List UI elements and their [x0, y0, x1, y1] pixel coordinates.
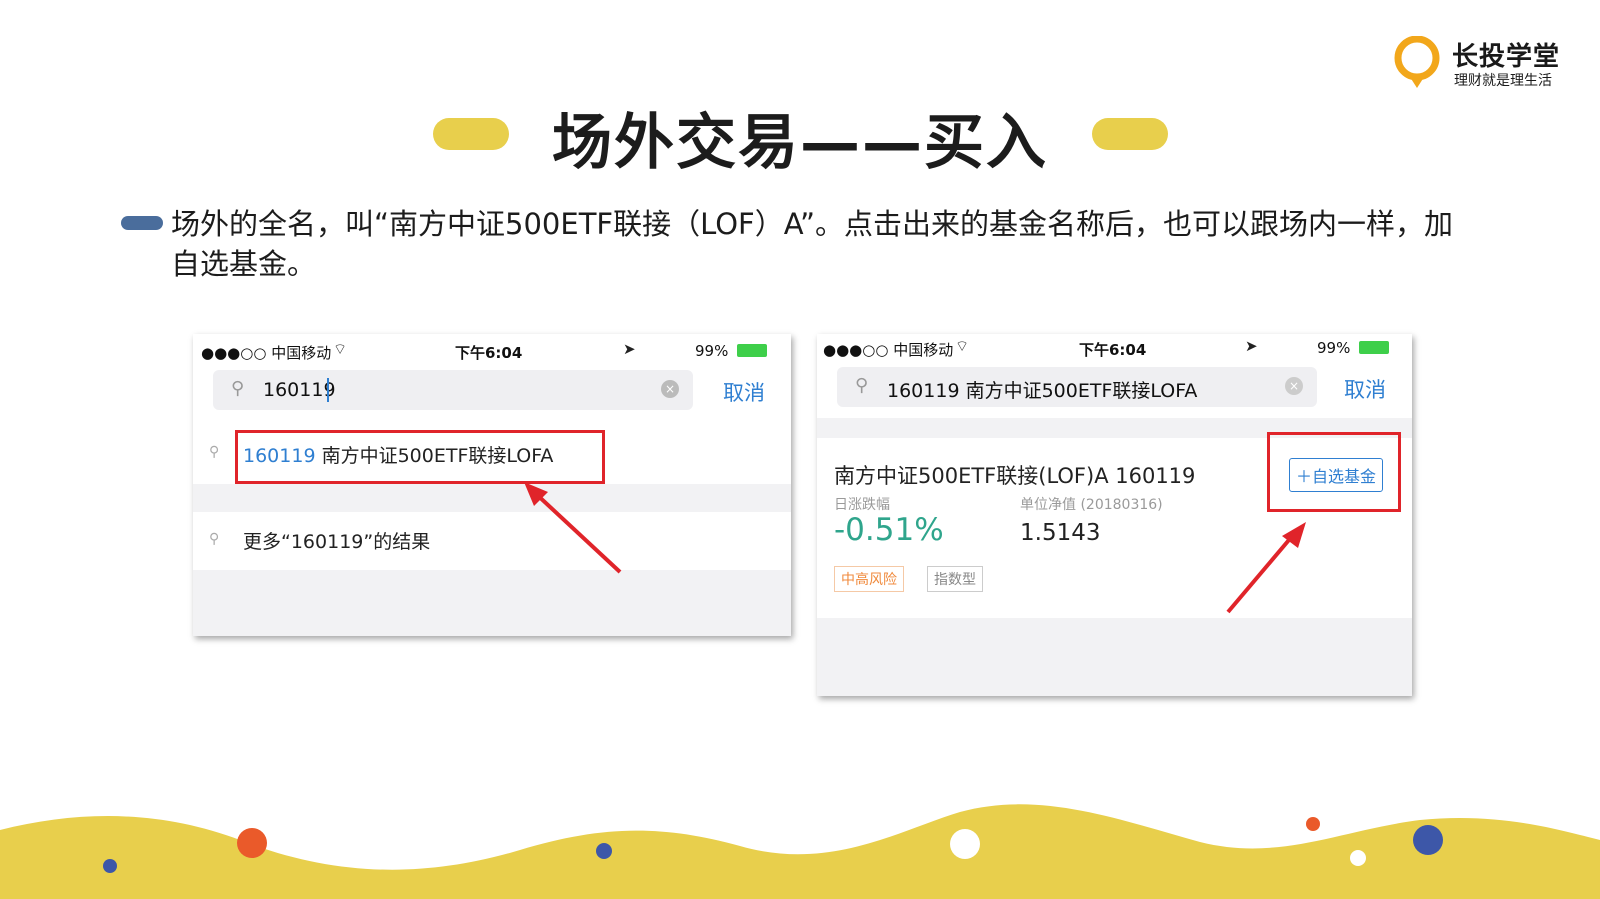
- search-icon: ⚲: [855, 375, 869, 396]
- status-battery: 99%: [1317, 339, 1351, 357]
- search-value: 160119 南方中证500ETF联接LOFA: [887, 380, 1198, 402]
- bullet-marker: [121, 216, 163, 230]
- highlight-box: [1267, 432, 1401, 512]
- change-label: 日涨跌幅: [834, 497, 890, 513]
- more-results-item[interactable]: 更多“160119”的结果: [243, 527, 430, 554]
- page-title: 场外交易——买入: [552, 108, 1048, 178]
- location-icon: ➤: [1245, 337, 1258, 355]
- change-value: -0.51%: [834, 512, 944, 548]
- description-text: 场外的全名，叫“南方中证500ETF联接（LOF）A”。点击出来的基金名称后，也…: [171, 207, 1454, 281]
- search-input[interactable]: ⚲ 160119 南方中证500ETF联接LOFA ×: [837, 367, 1317, 407]
- logo-slogan: 理财就是理生活: [1454, 73, 1552, 89]
- battery-icon: [737, 344, 767, 357]
- search-icon: ⚲: [231, 378, 245, 399]
- clear-icon[interactable]: ×: [661, 380, 679, 398]
- battery-icon: [1359, 341, 1389, 354]
- right-phone-screenshot: ●●●○○ 中国移动 ⌔ 下午6:04 ➤ 99% ⚲ 160119 南方中证5…: [817, 334, 1412, 696]
- wave-footer-decoration: [0, 804, 1600, 899]
- status-battery: 99%: [695, 342, 729, 360]
- logo-name: 长投学堂: [1452, 42, 1561, 72]
- status-carrier: ●●●○○ 中国移动: [201, 344, 332, 362]
- status-time: 下午6:04: [1079, 341, 1147, 359]
- section-divider: [193, 484, 791, 512]
- empty-area: [817, 618, 1412, 696]
- location-icon: ➤: [623, 340, 636, 358]
- risk-tag: 中高风险: [834, 566, 904, 592]
- empty-area: [193, 570, 791, 636]
- left-phone-screenshot: ●●●○○ 中国移动 ⌔ 下午6:04 ➤ 99% ⚲ 160119 × 取消 …: [193, 334, 791, 636]
- fund-name[interactable]: 南方中证500ETF联接(LOF)A 160119: [834, 460, 1195, 490]
- search-input[interactable]: ⚲ 160119 ×: [213, 370, 693, 410]
- search-value: 160119: [263, 379, 336, 401]
- nav-label: 单位净值 (20180316): [1020, 497, 1163, 513]
- status-time: 下午6:04: [455, 344, 523, 362]
- bulb-logo-icon: [1394, 36, 1440, 88]
- text-cursor: [327, 378, 329, 402]
- clear-icon[interactable]: ×: [1285, 377, 1303, 395]
- suggestion-search-icon: ⚲: [209, 444, 220, 460]
- cancel-button[interactable]: 取消: [1344, 374, 1386, 404]
- more-search-icon: ⚲: [209, 531, 220, 547]
- cancel-button[interactable]: 取消: [723, 377, 765, 407]
- arrow-to-add-button-icon: [1226, 522, 1306, 614]
- wifi-icon: ⌔: [333, 340, 348, 358]
- status-carrier: ●●●○○ 中国移动: [823, 341, 954, 359]
- wifi-icon: ⌔: [955, 337, 970, 355]
- highlight-box: [235, 430, 605, 484]
- type-tag: 指数型: [927, 566, 983, 592]
- nav-value: 1.5143: [1020, 520, 1101, 546]
- arrow-to-suggestion-icon: [524, 482, 622, 574]
